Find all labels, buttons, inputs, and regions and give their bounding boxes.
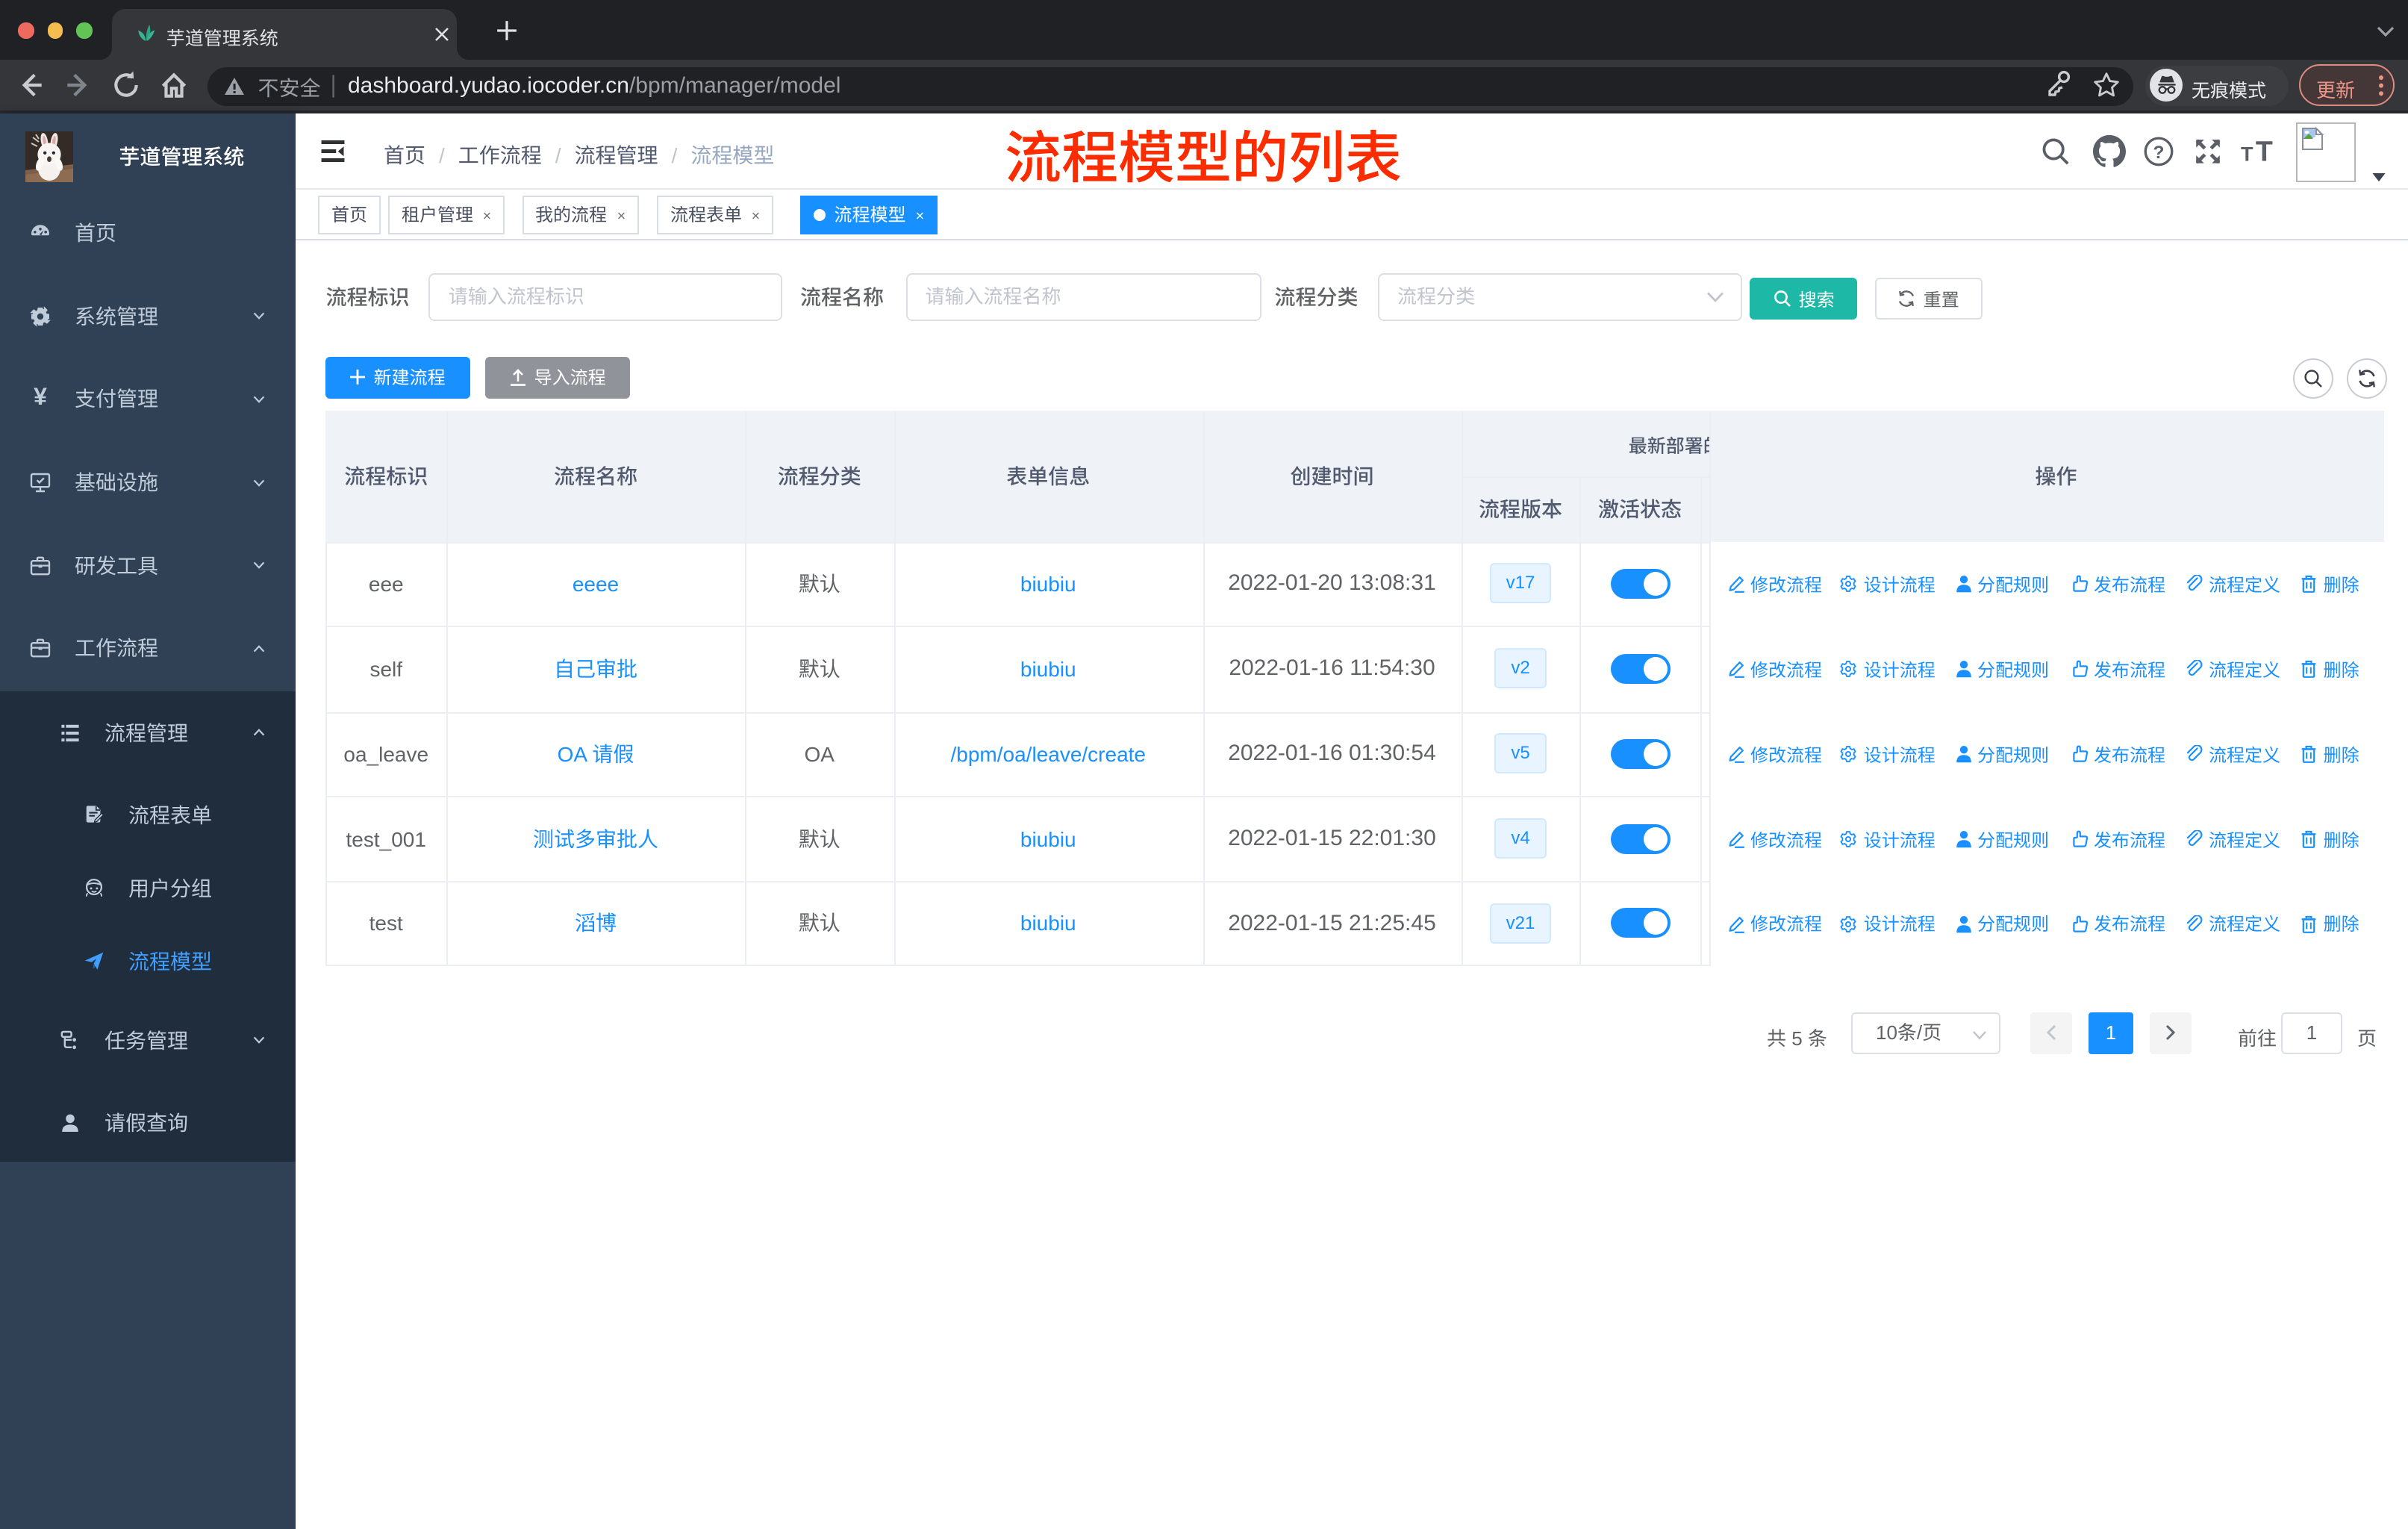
svg-text:?: ? [2153,143,2164,163]
svg-text:T: T [2240,142,2253,165]
svg-text:T: T [2255,135,2272,166]
